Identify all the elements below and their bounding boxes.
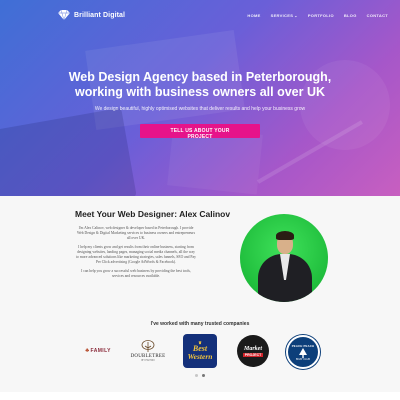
market-logo-sub: PROJECT bbox=[242, 352, 264, 357]
nav-contact-label: CONTACT bbox=[366, 12, 388, 18]
slider-dot[interactable] bbox=[195, 374, 198, 377]
footer-strip bbox=[0, 392, 400, 400]
hero-subtitle: We design beautiful, highly optimised we… bbox=[94, 106, 306, 112]
slider-dots bbox=[0, 374, 400, 377]
nav-contact[interactable]: CONTACT bbox=[367, 13, 388, 18]
family-logo: ♣ FAMILY bbox=[78, 344, 118, 358]
hero-title-line1: Web Design Agency based in Peterborough, bbox=[68, 70, 332, 84]
nav-home-label: HOME bbox=[247, 12, 261, 18]
main-menu: HOME SERVICES ⌄ PORTFOLIO BLOG CONTACT bbox=[247, 13, 388, 18]
doubletree-tree-icon bbox=[141, 340, 155, 352]
nav-services[interactable]: SERVICES ⌄ bbox=[271, 13, 298, 18]
boat-club-logo: PEACH PEACH BOAT CLUB bbox=[286, 335, 320, 369]
nav-portfolio[interactable]: PORTFOLIO bbox=[308, 13, 334, 18]
brand-name: Brilliant Digital bbox=[74, 11, 126, 19]
best-western-logo: ♛ Best Western bbox=[183, 334, 217, 368]
doubletree-logo: DOUBLETREE BY HILTON bbox=[128, 336, 168, 366]
about-title: Meet Your Web Designer: Alex Calinov bbox=[75, 209, 231, 219]
nav-portfolio-label: PORTFOLIO bbox=[307, 12, 334, 18]
hero-content: Web Design Agency based in Peterborough,… bbox=[0, 70, 400, 143]
diamond-logo-icon bbox=[58, 10, 70, 20]
about-text: I'm Alex Calinov, web designer & develop… bbox=[76, 226, 196, 283]
photo-hair bbox=[276, 231, 294, 240]
doubletree-tagline: BY HILTON bbox=[141, 359, 155, 362]
hero-title-line2: working with business owners all over UK bbox=[74, 85, 326, 99]
client-logos: ♣ FAMILY DOUBLETREE BY HILTON ♛ Best Wes… bbox=[0, 334, 400, 372]
nav-blog-label: BLOG bbox=[343, 12, 357, 18]
nav-services-label: SERVICES bbox=[270, 12, 294, 18]
slider-dot-active[interactable] bbox=[202, 374, 205, 377]
about-section: Meet Your Web Designer: Alex Calinov I'm… bbox=[0, 196, 400, 316]
tree-icon bbox=[299, 347, 307, 358]
tell-us-about-project-button[interactable]: TELL US ABOUT YOUR PROJECT bbox=[140, 124, 260, 140]
about-paragraph: I help my clients grow and get results f… bbox=[76, 245, 196, 264]
main-section: Meet Your Web Designer: Alex Calinov I'm… bbox=[0, 196, 400, 400]
family-symbol-icon: ♣ bbox=[85, 348, 90, 354]
boat-club-bottom-text: BOAT CLUB bbox=[296, 357, 310, 361]
best-western-western: Western bbox=[187, 352, 213, 361]
market-logo-title: Market bbox=[244, 345, 262, 352]
hero-title: Web Design Agency based in Peterborough,… bbox=[0, 70, 400, 100]
hero-section: Brilliant Digital HOME SERVICES ⌄ PORTFOL… bbox=[0, 0, 400, 196]
trusted-heading: I've worked with many trusted companies bbox=[150, 321, 250, 327]
about-paragraph: I'm Alex Calinov, web designer & develop… bbox=[76, 226, 196, 240]
designer-photo bbox=[240, 214, 328, 302]
chevron-down-icon: ⌄ bbox=[294, 12, 298, 18]
family-logo-text: FAMILY bbox=[90, 348, 111, 354]
brand-logo[interactable]: Brilliant Digital bbox=[58, 10, 125, 20]
market-project-logo: Market PROJECT bbox=[237, 335, 269, 367]
top-navigation: Brilliant Digital HOME SERVICES ⌄ PORTFOL… bbox=[0, 0, 400, 30]
nav-blog[interactable]: BLOG bbox=[344, 13, 357, 18]
about-paragraph: I can help you grow a successful web bus… bbox=[81, 269, 191, 278]
nav-home[interactable]: HOME bbox=[247, 13, 260, 18]
